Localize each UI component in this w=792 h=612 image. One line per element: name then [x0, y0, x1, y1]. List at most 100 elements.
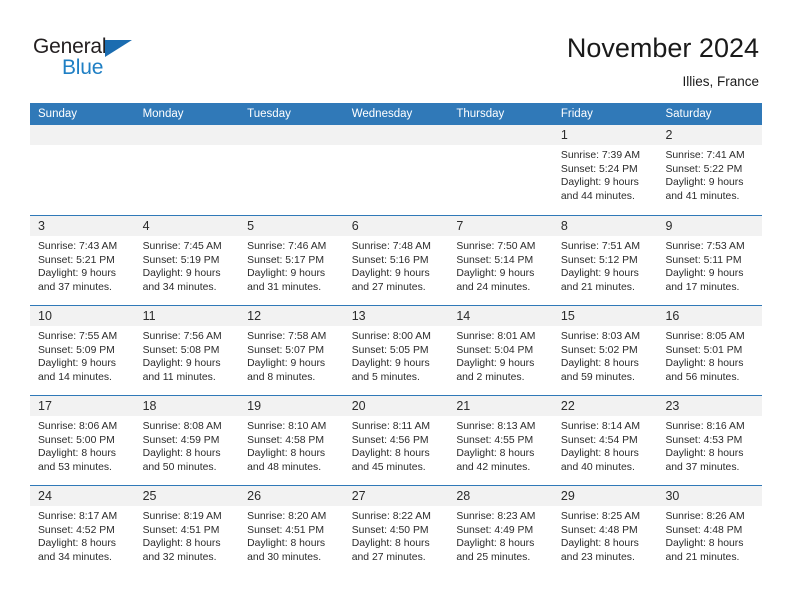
- day-number-bar: 24: [30, 486, 135, 506]
- sunrise-text: Sunrise: 7:56 AM: [142, 331, 222, 342]
- day-sun-info: [135, 145, 240, 149]
- day-number: 21: [456, 399, 471, 413]
- calendar-day-cell[interactable]: 26 Sunrise: 8:20 AM Sunset: 4:51 PM Dayligh…: [239, 486, 344, 575]
- calendar-day-cell[interactable]: 27 Sunrise: 8:22 AM Sunset: 4:50 PM Dayligh…: [343, 486, 449, 575]
- day-number-bar: [343, 125, 449, 145]
- day-sun-info: Sunrise: 8:05 AM Sunset: 5:01 PM Daylight:…: [657, 326, 762, 384]
- daylight-text-line1: Daylight: 8 hours: [560, 358, 639, 370]
- calendar-day-cell[interactable]: 1 Sunrise: 7:39 AM Sunset: 5:24 PM Daylight…: [552, 125, 658, 214]
- calendar-day-cell[interactable]: 6 Sunrise: 7:48 AM Sunset: 5:16 PM Daylight…: [343, 216, 449, 305]
- sunrise-text: Sunrise: 8:11 AM: [351, 421, 431, 432]
- day-number-bar: 8: [552, 216, 658, 236]
- calendar-day-cell[interactable]: 16 Sunrise: 8:05 AM Sunset: 5:01 PM Dayligh…: [657, 306, 763, 395]
- calendar-day-cell[interactable]: 15 Sunrise: 8:03 AM Sunset: 5:02 PM Dayligh…: [552, 306, 658, 395]
- daylight-text-line1: Daylight: 8 hours: [456, 448, 535, 460]
- daylight-text-line1: Daylight: 9 hours: [560, 177, 639, 189]
- daylight-text-line1: Daylight: 8 hours: [351, 448, 430, 460]
- sunrise-text: Sunrise: 8:19 AM: [142, 511, 222, 522]
- daylight-text-line2: and 21 minutes.: [560, 281, 635, 293]
- calendar-day-cell[interactable]: 17 Sunrise: 8:06 AM Sunset: 5:00 PM Dayligh…: [30, 396, 135, 485]
- daylight-text-line2: and 14 minutes.: [38, 371, 112, 383]
- sunset-text: Sunset: 4:50 PM: [351, 524, 429, 536]
- calendar-day-cell-empty: [134, 125, 240, 214]
- calendar-day-cell[interactable]: 7 Sunrise: 7:50 AM Sunset: 5:14 PM Daylight…: [448, 216, 553, 305]
- general-blue-logo[interactable]: General Blue: [33, 36, 163, 84]
- sunset-text: Sunset: 4:49 PM: [456, 524, 534, 536]
- weekday-header-thursday: Thursday: [456, 108, 505, 120]
- calendar-day-cell[interactable]: 23 Sunrise: 8:16 AM Sunset: 4:53 PM Dayligh…: [657, 396, 763, 485]
- sunset-text: Sunset: 4:58 PM: [247, 434, 324, 446]
- calendar-day-cell[interactable]: 22 Sunrise: 8:14 AM Sunset: 4:54 PM Dayligh…: [552, 396, 658, 485]
- daylight-text-line2: and 50 minutes.: [142, 461, 217, 473]
- day-number-bar: 30: [657, 486, 763, 506]
- day-number: 10: [38, 309, 52, 323]
- calendar-day-cell[interactable]: 20 Sunrise: 8:11 AM Sunset: 4:56 PM Dayligh…: [343, 396, 449, 485]
- day-sun-info: Sunrise: 8:20 AM Sunset: 4:51 PM Daylight:…: [239, 506, 344, 564]
- calendar-day-cell[interactable]: 9 Sunrise: 7:53 AM Sunset: 5:11 PM Daylight…: [657, 216, 763, 305]
- calendar-day-cell[interactable]: 28 Sunrise: 8:23 AM Sunset: 4:49 PM Dayligh…: [448, 486, 553, 575]
- calendar-day-cell[interactable]: 10 Sunrise: 7:55 AM Sunset: 5:09 PM Dayligh…: [30, 306, 135, 395]
- day-sun-info: Sunrise: 7:39 AM Sunset: 5:24 PM Daylight:…: [553, 145, 658, 203]
- calendar-weeks: 1 Sunrise: 7:39 AM Sunset: 5:24 PM Daylight…: [30, 125, 763, 575]
- calendar-day-cell[interactable]: 30 Sunrise: 8:26 AM Sunset: 4:48 PM Dayligh…: [657, 486, 763, 575]
- calendar-day-cell-empty: [343, 125, 449, 214]
- day-number-bar: 2: [657, 125, 763, 145]
- day-sun-info: Sunrise: 8:14 AM Sunset: 4:54 PM Daylight:…: [553, 416, 658, 474]
- day-number-bar: 15: [552, 306, 658, 326]
- day-number-bar: 22: [552, 396, 658, 416]
- sunrise-text: Sunrise: 8:20 AM: [247, 511, 327, 522]
- day-number-bar: 16: [657, 306, 763, 326]
- calendar-day-cell[interactable]: 12 Sunrise: 7:58 AM Sunset: 5:07 PM Dayligh…: [239, 306, 344, 395]
- calendar-day-cell[interactable]: 2 Sunrise: 7:41 AM Sunset: 5:22 PM Daylight…: [657, 125, 763, 214]
- calendar-day-cell[interactable]: 19 Sunrise: 8:10 AM Sunset: 4:58 PM Dayligh…: [239, 396, 344, 485]
- day-number-bar: 25: [134, 486, 240, 506]
- day-number: 7: [456, 219, 464, 233]
- day-number-bar: [448, 125, 553, 145]
- calendar-day-cell-empty: [448, 125, 553, 214]
- sunset-text: Sunset: 5:21 PM: [38, 254, 115, 266]
- logo-triangle-icon: [105, 40, 132, 57]
- calendar-day-cell[interactable]: 13 Sunrise: 8:00 AM Sunset: 5:05 PM Dayligh…: [343, 306, 449, 395]
- sunrise-text: Sunrise: 7:46 AM: [247, 241, 327, 252]
- calendar-day-cell[interactable]: 21 Sunrise: 8:13 AM Sunset: 4:55 PM Dayligh…: [448, 396, 553, 485]
- sunrise-text: Sunrise: 8:25 AM: [560, 511, 641, 522]
- calendar-day-cell[interactable]: 18 Sunrise: 8:08 AM Sunset: 4:59 PM Dayligh…: [134, 396, 240, 485]
- day-number-bar: 7: [448, 216, 553, 236]
- daylight-text-line1: Daylight: 9 hours: [142, 358, 221, 370]
- calendar-day-cell[interactable]: 11 Sunrise: 7:56 AM Sunset: 5:08 PM Dayligh…: [134, 306, 240, 395]
- calendar-day-cell[interactable]: 25 Sunrise: 8:19 AM Sunset: 4:51 PM Dayligh…: [134, 486, 240, 575]
- day-sun-info: Sunrise: 8:01 AM Sunset: 5:04 PM Daylight:…: [448, 326, 553, 384]
- day-number-bar: 18: [134, 396, 240, 416]
- weekday-header-sunday: Sunday: [38, 108, 78, 120]
- sunset-text: Sunset: 4:48 PM: [665, 524, 743, 536]
- sunrise-text: Sunrise: 7:39 AM: [560, 150, 641, 161]
- day-number-bar: 19: [239, 396, 344, 416]
- day-number: 5: [247, 219, 255, 233]
- day-sun-info: Sunrise: 7:55 AM Sunset: 5:09 PM Daylight:…: [30, 326, 135, 384]
- location-subtitle: Illies, France: [682, 74, 759, 89]
- daylight-text-line1: Daylight: 9 hours: [351, 358, 430, 370]
- day-number: 22: [560, 399, 575, 413]
- daylight-text-line1: Daylight: 9 hours: [665, 268, 744, 280]
- sunrise-text: Sunrise: 8:10 AM: [247, 421, 327, 432]
- day-number: 12: [247, 309, 262, 323]
- calendar-day-cell[interactable]: 14 Sunrise: 8:01 AM Sunset: 5:04 PM Dayligh…: [448, 306, 553, 395]
- calendar-day-cell[interactable]: 5 Sunrise: 7:46 AM Sunset: 5:17 PM Daylight…: [239, 216, 344, 305]
- daylight-text-line1: Daylight: 9 hours: [665, 177, 744, 189]
- daylight-text-line2: and 44 minutes.: [560, 190, 635, 202]
- day-number: 27: [351, 489, 366, 503]
- calendar-day-cell[interactable]: 29 Sunrise: 8:25 AM Sunset: 4:48 PM Dayligh…: [552, 486, 658, 575]
- calendar-day-cell[interactable]: 24 Sunrise: 8:17 AM Sunset: 4:52 PM Dayligh…: [30, 486, 135, 575]
- day-sun-info: [344, 145, 449, 149]
- daylight-text-line1: Daylight: 9 hours: [351, 268, 430, 280]
- daylight-text-line1: Daylight: 8 hours: [560, 538, 639, 550]
- day-sun-info: Sunrise: 8:03 AM Sunset: 5:02 PM Daylight:…: [553, 326, 658, 384]
- sunset-text: Sunset: 4:51 PM: [142, 524, 220, 536]
- day-sun-info: Sunrise: 8:22 AM Sunset: 4:50 PM Daylight:…: [344, 506, 449, 564]
- calendar-day-cell[interactable]: 4 Sunrise: 7:45 AM Sunset: 5:19 PM Daylight…: [134, 216, 240, 305]
- daylight-text-line1: Daylight: 8 hours: [665, 358, 744, 370]
- calendar-day-cell[interactable]: 3 Sunrise: 7:43 AM Sunset: 5:21 PM Daylight…: [30, 216, 135, 305]
- sunrise-text: Sunrise: 8:05 AM: [665, 331, 745, 342]
- day-number: 9: [665, 219, 673, 233]
- calendar-day-cell[interactable]: 8 Sunrise: 7:51 AM Sunset: 5:12 PM Daylight…: [552, 216, 658, 305]
